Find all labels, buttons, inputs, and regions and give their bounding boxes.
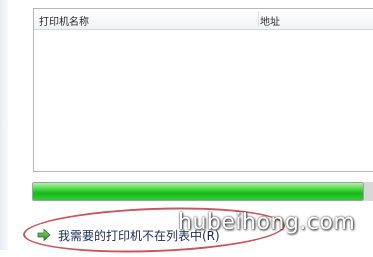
- column-separator[interactable]: [258, 11, 259, 27]
- progress-bar-end: [364, 182, 373, 201]
- printer-list-body[interactable]: [34, 30, 373, 171]
- column-header-printer-name[interactable]: 打印机名称: [39, 13, 89, 28]
- search-progress-bar: [32, 182, 364, 201]
- column-header-address[interactable]: 地址: [260, 13, 280, 28]
- window-left-edge: [0, 0, 8, 250]
- search-progress-fill: [33, 183, 363, 200]
- printer-list[interactable]: 打印机名称 地址: [33, 8, 373, 172]
- watermark: hubeihong.com: [178, 210, 356, 235]
- printer-list-header: 打印机名称 地址: [34, 9, 373, 30]
